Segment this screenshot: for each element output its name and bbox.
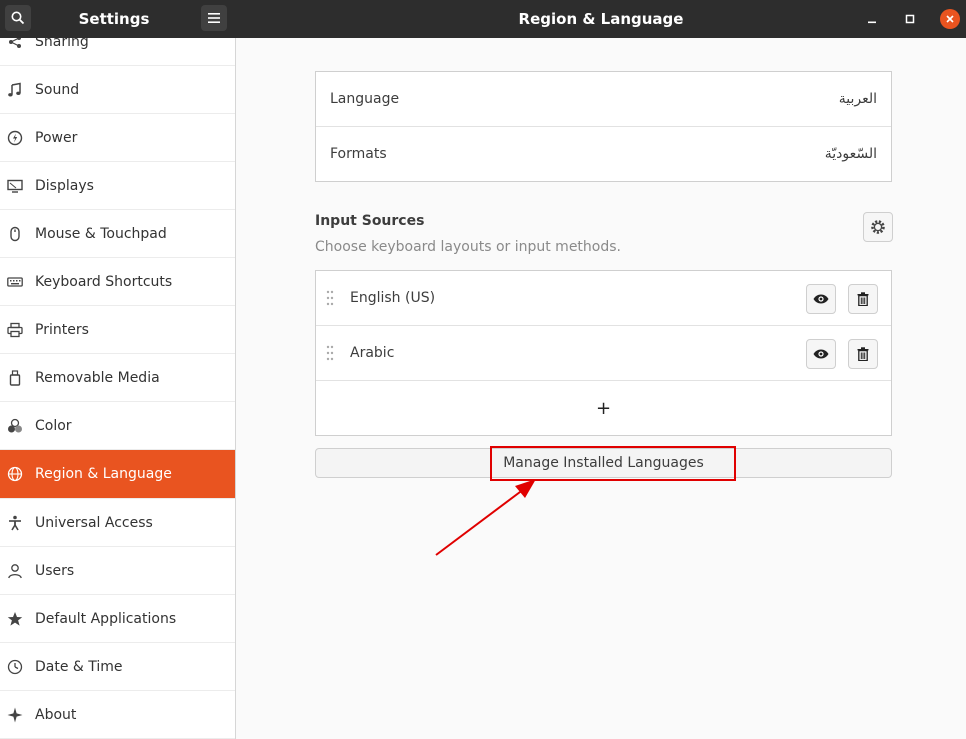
power-icon xyxy=(7,130,23,146)
share-icon xyxy=(7,38,23,50)
sidebar-item-sound[interactable]: Sound xyxy=(0,66,235,114)
display-icon xyxy=(7,178,23,194)
sidebar-item-label: Power xyxy=(35,129,78,146)
mouse-icon xyxy=(7,226,23,242)
eye-icon xyxy=(813,294,829,304)
input-source-name: Arabic xyxy=(350,345,395,361)
sidebar-item-keyboard-shortcuts[interactable]: Keyboard Shortcuts xyxy=(0,258,235,306)
language-value: العربية xyxy=(838,91,877,107)
close-button[interactable] xyxy=(940,9,960,29)
sidebar-item-sharing[interactable]: Sharing xyxy=(0,38,235,66)
language-label: Language xyxy=(330,91,400,107)
sidebar-item-printers[interactable]: Printers xyxy=(0,306,235,354)
minimize-icon xyxy=(868,21,876,24)
hamburger-menu-icon xyxy=(208,13,220,23)
sidebar-item-label: Printers xyxy=(35,321,89,338)
input-sources-title: Input Sources xyxy=(315,213,425,229)
menu-button[interactable] xyxy=(201,5,227,31)
remove-source-button[interactable] xyxy=(848,339,878,369)
color-icon xyxy=(7,418,23,434)
drag-handle-icon[interactable] xyxy=(326,290,334,306)
view-layout-button[interactable] xyxy=(806,339,836,369)
printer-icon xyxy=(7,322,23,338)
header-bar: Settings Region & Language xyxy=(0,0,966,38)
sidebar-item-users[interactable]: Users xyxy=(0,547,235,595)
globe-icon xyxy=(7,466,23,482)
sidebar-item-label: Date & Time xyxy=(35,658,123,675)
sidebar-item-label: Mouse & Touchpad xyxy=(35,225,167,242)
trash-icon xyxy=(857,347,869,361)
input-source-row[interactable]: English (US) xyxy=(316,271,891,326)
sidebar-item-mouse-touchpad[interactable]: Mouse & Touchpad xyxy=(0,210,235,258)
sidebar-item-removable-media[interactable]: Removable Media xyxy=(0,354,235,402)
music-note-icon xyxy=(7,82,23,98)
sidebar-item-universal-access[interactable]: Universal Access xyxy=(0,499,235,547)
formats-value: السّعوديّة xyxy=(824,146,877,162)
input-source-name: English (US) xyxy=(350,290,436,306)
input-sources-list: English (US) Arabic + xyxy=(315,270,892,436)
sidebar-item-displays[interactable]: Displays xyxy=(0,162,235,210)
trash-icon xyxy=(857,292,869,306)
sidebar-item-power[interactable]: Power xyxy=(0,114,235,162)
input-source-row[interactable]: Arabic xyxy=(316,326,891,381)
remove-source-button[interactable] xyxy=(848,284,878,314)
sidebar: Sharing Sound Power Displays Mouse & Tou… xyxy=(0,38,236,739)
sidebar-item-date-time[interactable]: Date & Time xyxy=(0,643,235,691)
gear-icon xyxy=(871,220,885,234)
language-formats-card: Language العربية Formats السّعوديّة xyxy=(315,71,892,182)
star-icon xyxy=(7,611,23,627)
sidebar-item-label: Universal Access xyxy=(35,514,153,531)
user-icon xyxy=(7,563,23,579)
sidebar-item-region-language[interactable]: Region & Language xyxy=(0,450,235,499)
drag-handle-icon[interactable] xyxy=(326,345,334,361)
input-sources-subtitle: Choose keyboard layouts or input methods… xyxy=(315,239,621,255)
sidebar-item-label: Sound xyxy=(35,81,80,98)
sidebar-item-label: About xyxy=(35,706,77,723)
accessibility-icon xyxy=(7,515,23,531)
sidebar-item-default-applications[interactable]: Default Applications xyxy=(0,595,235,643)
language-row[interactable]: Language العربية xyxy=(316,72,891,127)
add-icon: + xyxy=(595,398,612,419)
view-layout-button[interactable] xyxy=(806,284,836,314)
search-icon xyxy=(11,11,25,25)
sidebar-item-label: Removable Media xyxy=(35,369,160,386)
main-panel: Language العربية Formats السّعوديّة Inpu… xyxy=(236,38,966,739)
maximize-icon xyxy=(905,14,915,24)
sidebar-item-label: Sharing xyxy=(35,38,89,50)
sidebar-item-label: Region & Language xyxy=(35,466,172,482)
sidebar-item-label: Displays xyxy=(35,177,94,194)
minimize-button[interactable] xyxy=(862,9,882,29)
formats-label: Formats xyxy=(330,146,387,162)
page-title: Region & Language xyxy=(518,10,684,28)
sidebar-item-about[interactable]: About xyxy=(0,691,235,739)
sidebar-item-label: Users xyxy=(35,562,75,579)
sparkle-icon xyxy=(7,707,23,723)
add-input-source-button[interactable]: + xyxy=(316,381,891,436)
close-icon xyxy=(946,15,954,23)
usb-drive-icon xyxy=(7,369,23,386)
keyboard-icon xyxy=(7,274,23,290)
search-button[interactable] xyxy=(5,5,31,31)
clock-icon xyxy=(7,659,23,675)
sidebar-item-label: Keyboard Shortcuts xyxy=(35,273,173,290)
input-sources-options-button[interactable] xyxy=(863,212,893,242)
maximize-button[interactable] xyxy=(900,9,920,29)
annotation-highlight-box xyxy=(490,446,736,481)
sidebar-item-label: Color xyxy=(35,417,72,434)
formats-row[interactable]: Formats السّعوديّة xyxy=(316,127,891,182)
sidebar-item-label: Default Applications xyxy=(35,610,177,627)
eye-icon xyxy=(813,349,829,359)
sidebar-item-color[interactable]: Color xyxy=(0,402,235,450)
sidebar-title: Settings xyxy=(78,10,150,28)
